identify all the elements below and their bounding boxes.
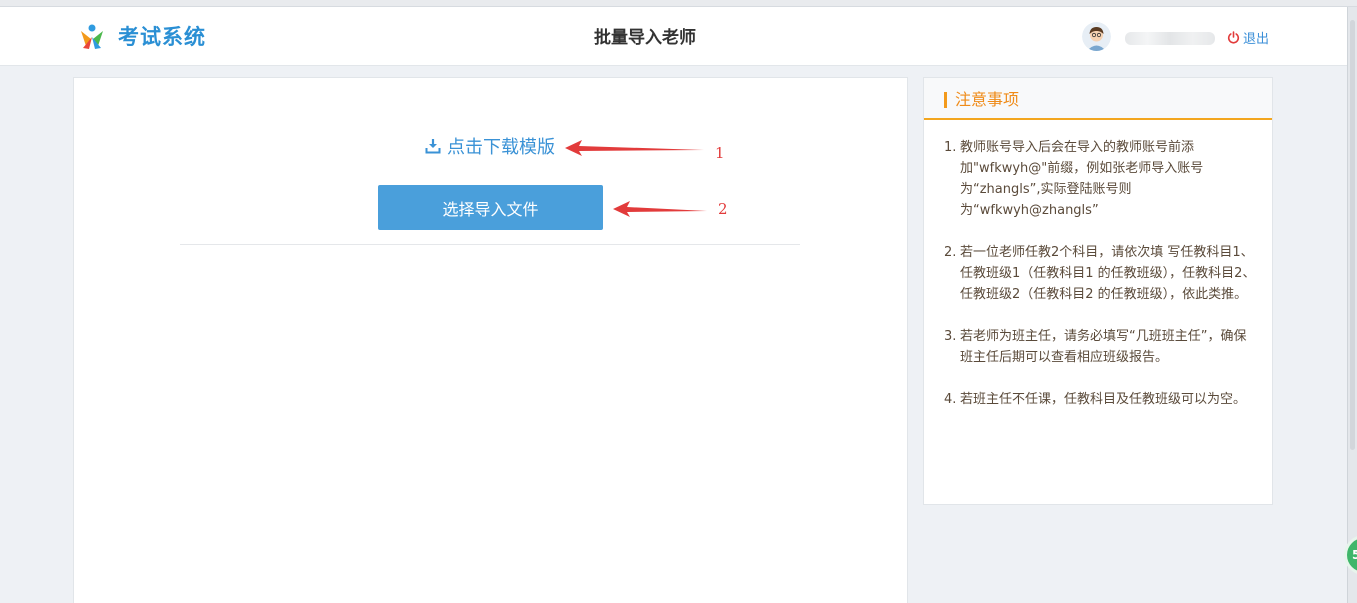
scrollbar-thumb[interactable]: [1350, 20, 1355, 450]
username-blurred: [1125, 32, 1215, 45]
notice-list: 1. 教师账号导入后会在导入的教师账号前添加"wfkwyh@"前缀，例如张老师导入…: [944, 137, 1256, 431]
annotation-arrow-1: [565, 140, 704, 156]
download-icon: [425, 139, 441, 154]
notice-title: 注意事项: [955, 90, 1020, 109]
annotation-number-1: 1: [715, 144, 725, 162]
select-import-file-button[interactable]: 选择导入文件: [378, 185, 603, 230]
notice-header: 注意事项: [924, 78, 1272, 120]
browser-top-strip: [0, 0, 1357, 7]
notice-item: 2. 若一位老师任教2个科目，请依次填 写任教科目1、任教班级1（任教科目1 的任…: [944, 245, 1256, 302]
download-template-link[interactable]: 点击下载模版: [425, 133, 555, 159]
notice-accent-bar: [944, 92, 947, 108]
notice-item: 1. 教师账号导入后会在导入的教师账号前添加"wfkwyh@"前缀，例如张老师导入…: [944, 140, 1204, 218]
logout-button[interactable]: 退出: [1227, 28, 1270, 47]
floating-badge[interactable]: 5: [1344, 535, 1357, 575]
app-logo-text[interactable]: 考试系统: [118, 24, 206, 50]
notice-panel: 注意事项 1. 教师账号导入后会在导入的教师账号前添加"wfkwyh@"前缀，例如…: [923, 77, 1273, 505]
power-icon: [1227, 30, 1240, 44]
divider: [180, 244, 800, 245]
app-header: 考试系统 批量导入老师 退出: [0, 7, 1357, 66]
avatar[interactable]: [1082, 22, 1111, 51]
logout-label: 退出: [1243, 31, 1270, 47]
colorful-x-logo-icon[interactable]: [77, 22, 107, 52]
notice-item: 4. 若班主任不任课，任教科目及任教班级可以为空。: [944, 392, 1247, 407]
notice-item: 3. 若老师为班主任，请务必填写“几班班主任”，确保班主任后期可以查看相应班级报告…: [944, 329, 1247, 365]
download-template-label: 点击下载模版: [447, 137, 555, 158]
page-title: 批量导入老师: [594, 28, 696, 48]
annotation-number-2: 2: [718, 200, 728, 218]
annotation-arrow-2: [613, 201, 707, 217]
